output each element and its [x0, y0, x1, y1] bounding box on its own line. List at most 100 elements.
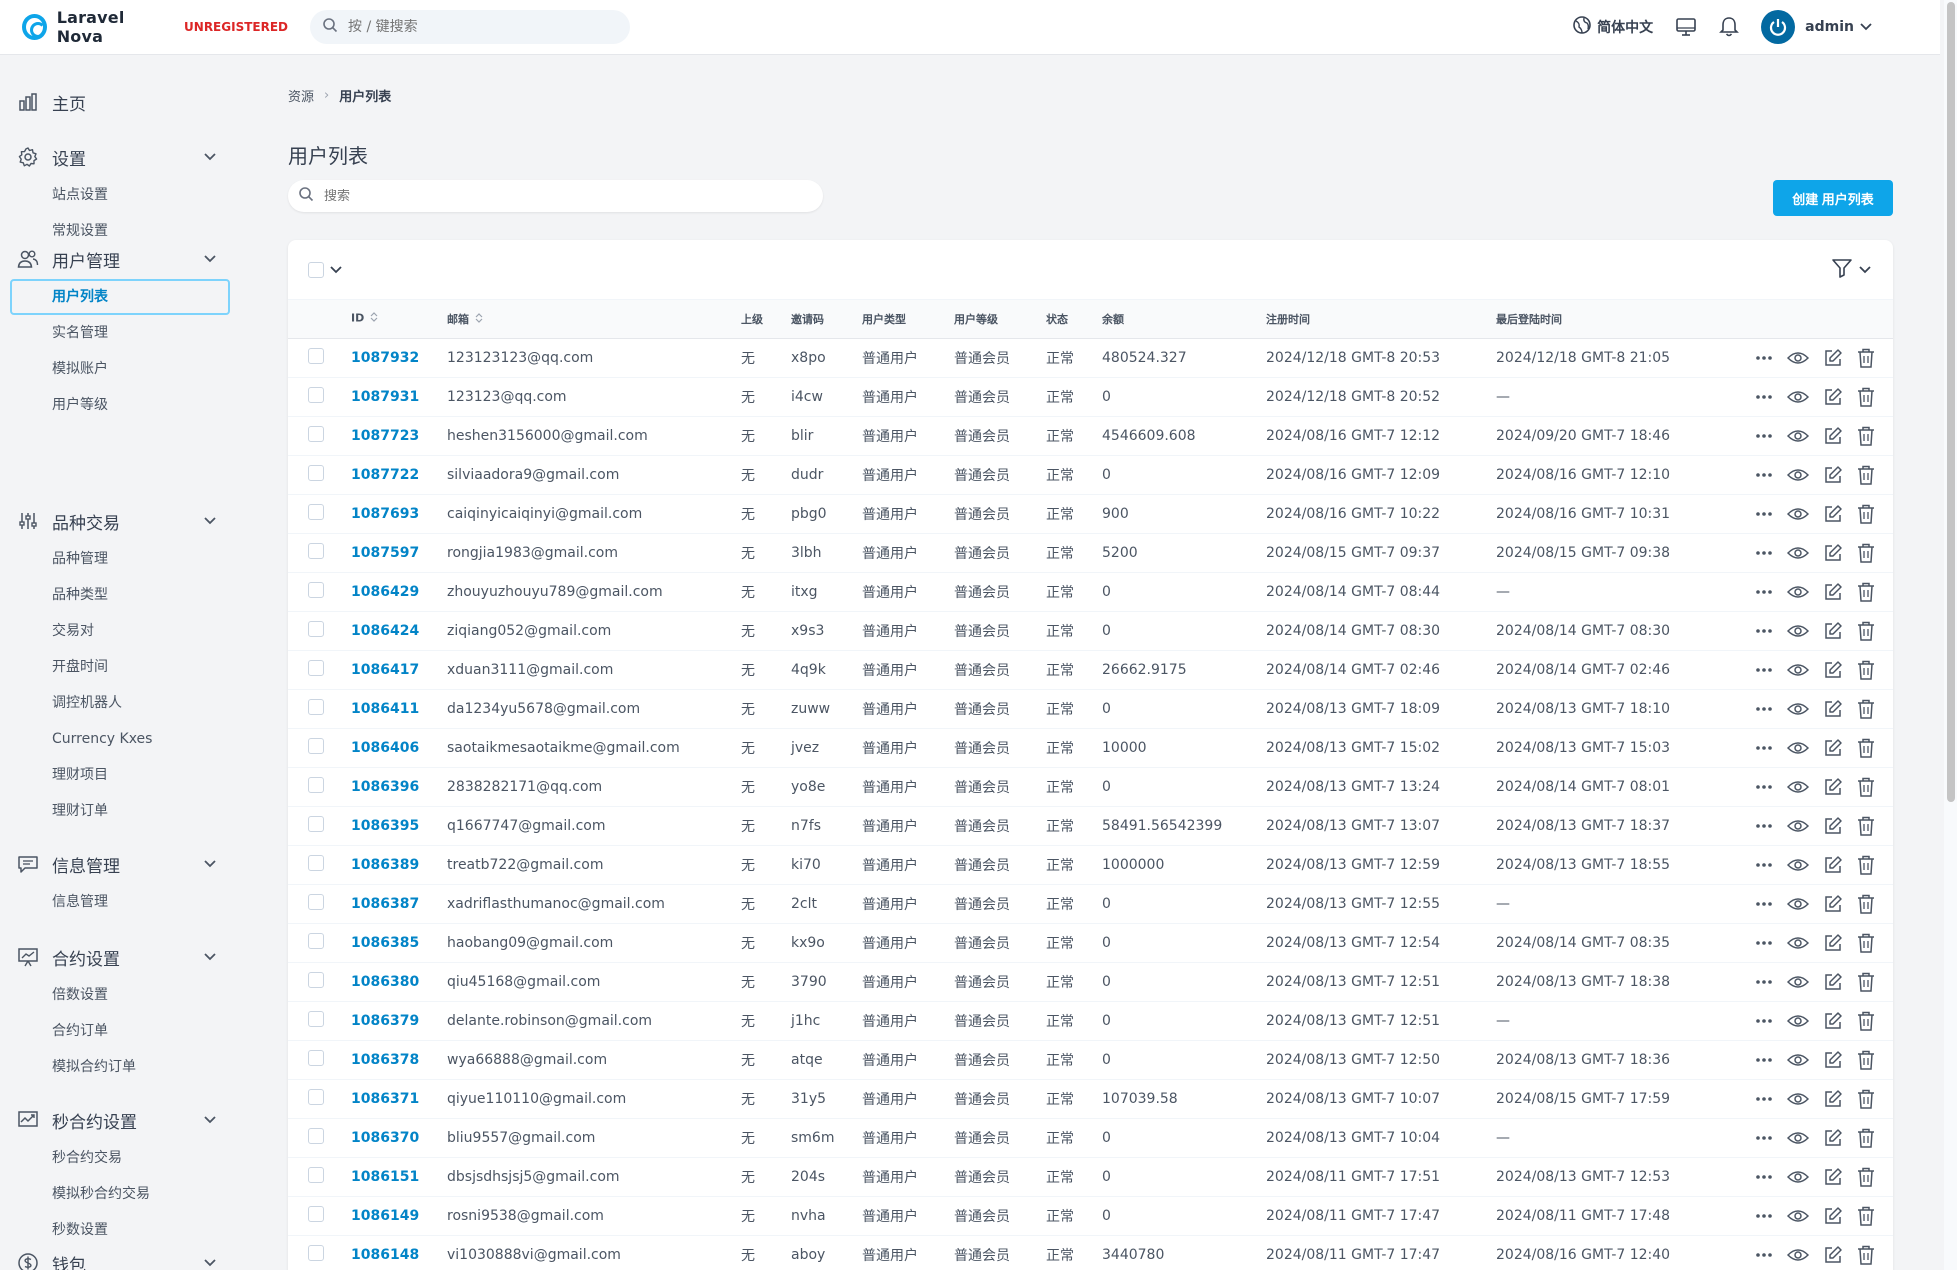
chevron-down-icon[interactable]	[330, 262, 342, 278]
edit-icon[interactable]	[1823, 543, 1843, 563]
table-row[interactable]: 1086378 wya66888@gmail.com 无 atqe 普通用户 普通会员 正常…	[288, 1040, 1893, 1080]
edit-icon[interactable]	[1823, 933, 1843, 953]
id-cell[interactable]: 1087723	[351, 416, 447, 456]
edit-icon[interactable]	[1823, 1128, 1843, 1148]
view-icon[interactable]	[1787, 896, 1809, 912]
more-icon[interactable]	[1755, 628, 1773, 634]
sort-icon[interactable]	[370, 311, 378, 326]
row-checkbox[interactable]	[308, 503, 324, 520]
row-checkbox[interactable]	[308, 854, 324, 871]
chevron-down-icon[interactable]	[204, 949, 216, 965]
view-icon[interactable]	[1787, 779, 1809, 795]
trash-icon[interactable]	[1857, 465, 1875, 485]
sidebar-item[interactable]: 信息管理	[0, 884, 240, 920]
trash-icon[interactable]	[1857, 933, 1875, 953]
table-row[interactable]: 1086396 2838282171@qq.com 无 yo8e 普通用户 普通会员 正常 0…	[288, 767, 1893, 807]
trash-icon[interactable]	[1857, 777, 1875, 797]
view-icon[interactable]	[1787, 389, 1809, 405]
row-checkbox[interactable]	[308, 620, 324, 637]
trash-icon[interactable]	[1857, 1245, 1875, 1265]
desktop-icon[interactable]	[1675, 17, 1697, 37]
more-icon[interactable]	[1755, 784, 1773, 790]
id-cell[interactable]: 1086424	[351, 611, 447, 651]
table-row[interactable]: 1086389 treatb722@gmail.com 无 ki70 普通用户 普通会员正…	[288, 845, 1893, 885]
nav-group-header[interactable]: 主页	[0, 82, 240, 122]
id-cell[interactable]: 1087932	[351, 338, 447, 378]
table-row[interactable]: 1086387 xadriflasthumanoc@gmail.com 无 2clt 普…	[288, 884, 1893, 924]
more-icon[interactable]	[1755, 472, 1773, 478]
edit-icon[interactable]	[1823, 1245, 1843, 1265]
chevron-down-icon[interactable]	[1860, 19, 1872, 35]
edit-icon[interactable]	[1823, 894, 1843, 914]
more-icon[interactable]	[1755, 1057, 1773, 1063]
view-icon[interactable]	[1787, 740, 1809, 756]
row-checkbox[interactable]	[308, 386, 324, 403]
view-icon[interactable]	[1787, 701, 1809, 717]
sidebar-item[interactable]: 模拟秒合约交易	[0, 1176, 240, 1212]
edit-icon[interactable]	[1823, 855, 1843, 875]
edit-icon[interactable]	[1823, 1011, 1843, 1031]
table-row[interactable]: 1087723 heshen3156000@gmail.com 无 blir 普通用户普…	[288, 416, 1893, 456]
id-cell[interactable]: 1087931	[351, 377, 447, 417]
row-checkbox[interactable]	[308, 1010, 324, 1027]
view-icon[interactable]	[1787, 1169, 1809, 1185]
global-search-input[interactable]	[348, 19, 608, 35]
view-icon[interactable]	[1787, 428, 1809, 444]
id-cell[interactable]: 1087597	[351, 533, 447, 573]
id-cell[interactable]: 1086379	[351, 1001, 447, 1041]
nav-group-header[interactable]: 用户管理	[0, 239, 240, 279]
trash-icon[interactable]	[1857, 738, 1875, 758]
resource-search[interactable]	[288, 180, 823, 212]
more-icon[interactable]	[1755, 1096, 1773, 1102]
trash-icon[interactable]	[1857, 543, 1875, 563]
view-icon[interactable]	[1787, 350, 1809, 366]
view-icon[interactable]	[1787, 545, 1809, 561]
table-row[interactable]: 1086429 zhouyuzhouyu789@gmail.com 无 itxg 普通用…	[288, 572, 1893, 612]
chevron-down-icon[interactable]	[204, 251, 216, 267]
more-icon[interactable]	[1755, 940, 1773, 946]
chevron-down-icon[interactable]	[204, 1255, 216, 1270]
sort-icon[interactable]	[475, 312, 483, 327]
trash-icon[interactable]	[1857, 855, 1875, 875]
id-cell[interactable]: 1086387	[351, 884, 447, 924]
more-icon[interactable]	[1755, 1135, 1773, 1141]
table-row[interactable]: 1086395 q1667747@gmail.com 无 n7fs 普通用户 普通会员 正常…	[288, 806, 1893, 846]
more-icon[interactable]	[1755, 667, 1773, 673]
edit-icon[interactable]	[1823, 972, 1843, 992]
table-row[interactable]: 1087932 123123123@qq.com 无 x8po 普通用户 普通会员 正常 48…	[288, 338, 1893, 378]
more-icon[interactable]	[1755, 823, 1773, 829]
chevron-down-icon[interactable]	[204, 149, 216, 165]
view-icon[interactable]	[1787, 1052, 1809, 1068]
table-row[interactable]: 1086371 qiyue110110@gmail.com 无 31y5 普通用户 普通会…	[288, 1079, 1893, 1119]
row-checkbox[interactable]	[308, 542, 324, 559]
id-cell[interactable]: 1086385	[351, 923, 447, 963]
trash-icon[interactable]	[1857, 504, 1875, 524]
sidebar-item[interactable]: 理财项目	[0, 757, 240, 793]
table-row[interactable]: 1086424 ziqiang052@gmail.com 无 x9s3 普通用户 普通会员…	[288, 611, 1893, 651]
nav-group-header[interactable]: 品种交易	[0, 501, 240, 541]
more-icon[interactable]	[1755, 589, 1773, 595]
sidebar-item[interactable]: 开盘时间	[0, 649, 240, 685]
row-checkbox[interactable]	[308, 425, 324, 442]
trash-icon[interactable]	[1857, 387, 1875, 407]
view-icon[interactable]	[1787, 1130, 1809, 1146]
table-row[interactable]: 1086370 bliu9557@gmail.com 无 sm6m 普通用户 普通会员 正常…	[288, 1118, 1893, 1158]
more-icon[interactable]	[1755, 1174, 1773, 1180]
nav-group-header[interactable]: 设置	[0, 137, 240, 177]
edit-icon[interactable]	[1823, 1167, 1843, 1187]
view-icon[interactable]	[1787, 467, 1809, 483]
row-checkbox[interactable]	[308, 815, 324, 832]
view-icon[interactable]	[1787, 506, 1809, 522]
trash-icon[interactable]	[1857, 1128, 1875, 1148]
table-row[interactable]: 1086406 saotaikmesaotaikme@gmail.com 无 jvez…	[288, 728, 1893, 768]
table-row[interactable]: 1087597 rongjia1983@gmail.com 无 3lbh 普通用户 普通会…	[288, 533, 1893, 573]
row-checkbox[interactable]	[308, 1127, 324, 1144]
filter-button[interactable]	[1831, 257, 1871, 283]
row-checkbox[interactable]	[308, 932, 324, 949]
sidebar-item[interactable]: 模拟合约订单	[0, 1049, 240, 1085]
row-checkbox[interactable]	[308, 464, 324, 481]
row-checkbox[interactable]	[308, 1088, 324, 1105]
row-checkbox[interactable]	[308, 893, 324, 910]
edit-icon[interactable]	[1823, 582, 1843, 602]
sidebar-item[interactable]: 用户列表	[10, 279, 230, 315]
